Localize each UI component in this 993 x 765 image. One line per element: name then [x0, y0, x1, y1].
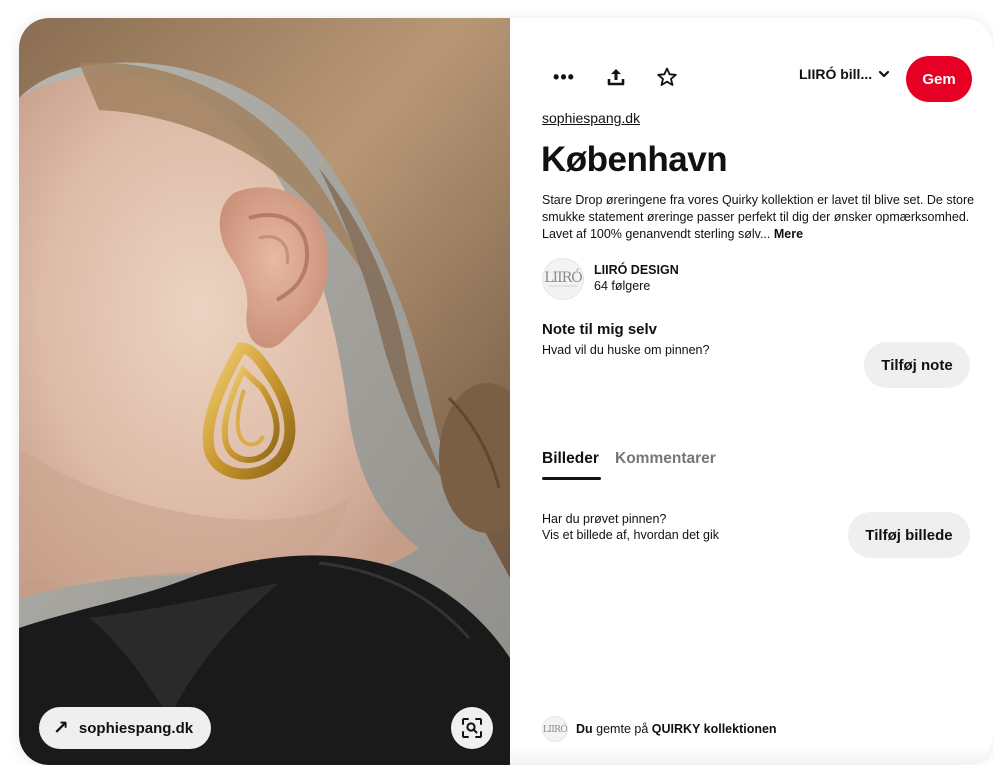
- svg-text:LIIRÓ: LIIRÓ: [544, 268, 582, 286]
- board-selector[interactable]: LIIRÓ bill...: [799, 66, 890, 82]
- favorite-button[interactable]: [649, 59, 685, 95]
- visual-search-button[interactable]: [451, 707, 493, 749]
- share-button[interactable]: [598, 59, 634, 95]
- board-name: LIIRÓ bill...: [799, 66, 873, 82]
- pin-toolbar: ••• LIIRÓ bill... Gem: [542, 56, 972, 102]
- more-icon: •••: [553, 66, 575, 87]
- tried-question: Har du prøvet pinnen?: [542, 512, 667, 526]
- source-link-label: sophiespang.dk: [78, 719, 194, 737]
- share-icon: [607, 69, 625, 86]
- earring-photo: [19, 18, 510, 765]
- pin-details-panel: ••• LIIRÓ bill... Gem sophiespang.dk Køb…: [510, 18, 993, 765]
- saved-actor: Du: [576, 722, 593, 736]
- more-link[interactable]: Mere: [774, 227, 803, 241]
- saved-activity: LIIRÓ Du gemte på QUIRKY kollektionen: [542, 716, 777, 742]
- add-photo-button[interactable]: Tilføj billede: [848, 512, 970, 558]
- chevron-down-icon: [879, 70, 890, 78]
- avatar[interactable]: LIIRÓ: [542, 716, 568, 742]
- note-prompt: Hvad vil du huske om pinnen?: [542, 343, 710, 357]
- add-note-button[interactable]: Tilføj note: [864, 342, 970, 388]
- source-link[interactable]: sophiespang.dk: [542, 110, 640, 126]
- visual-search-icon: [462, 718, 482, 738]
- creator-profile[interactable]: LIIRÓ LIIRÓ DESIGN 64 følgere: [542, 258, 842, 302]
- pin-image[interactable]: ↗ sophiespang.dk: [19, 18, 510, 765]
- note-title: Note til mig selv: [542, 321, 658, 338]
- creator-followers: 64 følgere: [594, 279, 651, 293]
- saved-board[interactable]: QUIRKY kollektionen: [652, 722, 777, 736]
- avatar[interactable]: LIIRÓ: [542, 258, 584, 300]
- pin-title: København: [541, 140, 728, 179]
- creator-name[interactable]: LIIRÓ DESIGN: [594, 263, 679, 277]
- saved-verb: gemte på: [596, 722, 649, 736]
- pin-description-text: Stare Drop øreringene fra vores Quirky k…: [542, 193, 975, 241]
- star-icon: [657, 67, 677, 86]
- tab-comments[interactable]: Kommentarer: [615, 450, 716, 468]
- svg-text:LIIRÓ: LIIRÓ: [543, 723, 567, 735]
- save-button[interactable]: Gem: [906, 56, 972, 102]
- bottom-fade: [510, 745, 993, 765]
- pin-description: Stare Drop øreringene fra vores Quirky k…: [542, 192, 982, 243]
- more-options-button[interactable]: •••: [546, 59, 582, 95]
- liiro-logo-icon: LIIRÓ: [544, 268, 583, 287]
- active-tab-indicator: [542, 477, 601, 480]
- tried-subtext: Vis et billede af, hvordan det gik: [542, 528, 719, 542]
- liiro-logo-icon: LIIRÓ: [543, 723, 567, 735]
- saved-text: Du gemte på QUIRKY kollektionen: [576, 722, 777, 736]
- source-link-button[interactable]: ↗ sophiespang.dk: [39, 707, 212, 749]
- page-background: ↗ sophiespang.dk ••• LIIRÓ bill... Gem s…: [0, 0, 993, 765]
- tab-photos[interactable]: Billeder: [542, 450, 599, 468]
- pin-closeup-card: ↗ sophiespang.dk ••• LIIRÓ bill... Gem s…: [19, 18, 993, 765]
- arrow-up-right-icon: ↗: [53, 717, 69, 739]
